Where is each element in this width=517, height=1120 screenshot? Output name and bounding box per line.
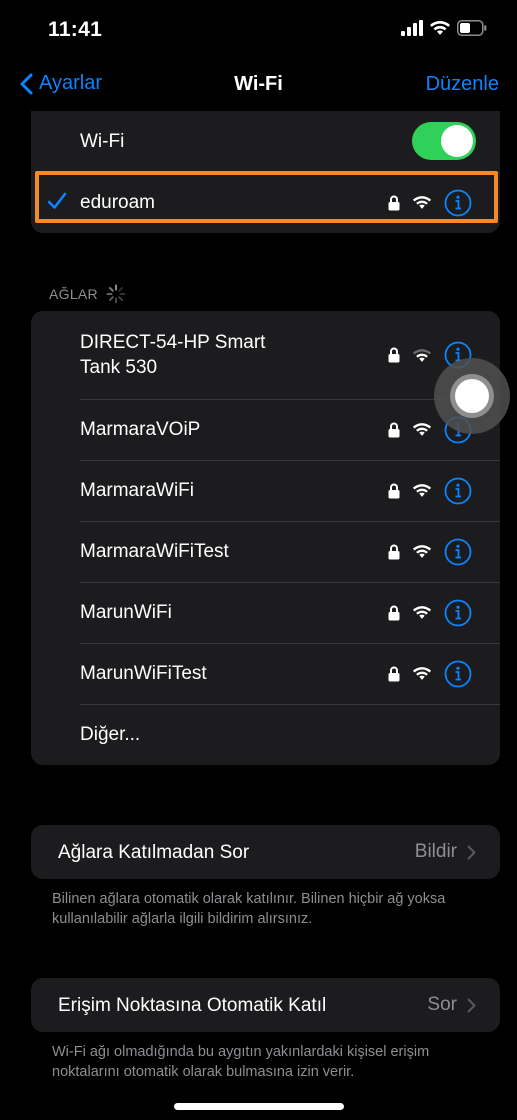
cellular-signal-icon: [401, 20, 423, 36]
network-name: MarmaraWiFi: [80, 480, 194, 501]
edit-button[interactable]: Düzenle: [426, 73, 499, 96]
wifi-signal-icon: [412, 606, 432, 619]
connected-network-icons: [388, 189, 472, 217]
lock-icon: [388, 422, 400, 437]
status-icons: [401, 20, 487, 36]
status-bar: 11:41: [0, 0, 517, 60]
wifi-toggle-label: Wi-Fi: [80, 131, 125, 152]
chevron-right-icon: [467, 998, 476, 1012]
wifi-signal-icon: [412, 196, 432, 209]
ask-join-row[interactable]: Ağlara Katılmadan Sor Bildir: [31, 825, 500, 879]
loading-spinner-icon: [106, 284, 126, 304]
checkmark-icon: [47, 192, 67, 209]
network-name: MarunWiFiTest: [80, 663, 207, 684]
battery-icon: [457, 20, 487, 36]
network-icons: [388, 599, 472, 627]
ask-join-group: Ağlara Katılmadan Sor Bildir: [31, 825, 500, 879]
network-name: DIRECT-54-HP Smart Tank 530: [80, 332, 266, 378]
list-item[interactable]: MarmaraWiFiTest: [31, 521, 500, 582]
lock-icon: [388, 605, 400, 620]
list-item[interactable]: MarunWiFi: [31, 582, 500, 643]
ask-join-value: Bildir: [415, 841, 476, 863]
ask-join-value-text: Bildir: [414, 841, 457, 862]
home-indicator[interactable]: [174, 1103, 344, 1110]
wifi-toggle-row: Wi-Fi: [31, 111, 500, 172]
auto-hotspot-footnote: Wi-Fi ağı olmadığında bu aygıtın yakınla…: [52, 1044, 430, 1080]
chevron-right-icon: [467, 845, 476, 859]
ask-join-label: Ağlara Katılmadan Sor: [58, 841, 250, 863]
auto-hotspot-value-text: Sor: [427, 994, 457, 1015]
lock-icon: [388, 195, 400, 210]
auto-hotspot-label: Erişim Noktasına Otomatik Katıl: [58, 994, 327, 1016]
auto-hotspot-row[interactable]: Erişim Noktasına Otomatik Katıl Sor: [31, 978, 500, 1032]
network-icons: [388, 660, 472, 688]
lock-icon: [388, 544, 400, 559]
other-network-label: Diğer...: [80, 724, 141, 745]
info-icon[interactable]: [444, 477, 472, 505]
list-item[interactable]: MarunWiFiTest: [31, 643, 500, 704]
other-network-row[interactable]: Diğer...: [31, 704, 500, 765]
wifi-toggle-switch[interactable]: [412, 122, 476, 160]
status-time: 11:41: [48, 18, 103, 41]
lock-icon: [388, 483, 400, 498]
info-icon[interactable]: [444, 538, 472, 566]
assistive-touch-button[interactable]: [434, 358, 510, 434]
networks-header: AĞLAR: [49, 284, 126, 304]
wifi-signal-icon: [412, 484, 432, 497]
list-item[interactable]: MarmaraVOiP: [31, 399, 500, 460]
wifi-status-icon: [430, 21, 450, 35]
networks-header-label: AĞLAR: [49, 286, 98, 302]
info-icon[interactable]: [444, 189, 472, 217]
wifi-group: Wi-Fi eduroam: [31, 111, 500, 233]
ask-join-footnote: Bilinen ağlara otomatik olarak katılınır…: [52, 891, 446, 927]
connected-network-row[interactable]: eduroam: [31, 172, 500, 233]
info-icon[interactable]: [444, 660, 472, 688]
wifi-signal-icon: [412, 348, 432, 362]
wifi-signal-icon: [412, 545, 432, 558]
network-icons: [388, 477, 472, 505]
auto-hotspot-value: Sor: [427, 994, 476, 1016]
auto-hotspot-group: Erişim Noktasına Otomatik Katıl Sor: [31, 978, 500, 1032]
networks-list: DIRECT-54-HP Smart Tank 530 MarmaraVOiP …: [31, 311, 500, 765]
lock-icon: [388, 666, 400, 681]
nav-bar: Ayarlar Wi-Fi Düzenle: [0, 62, 517, 110]
connected-network-name: eduroam: [80, 192, 155, 213]
lock-icon: [388, 347, 400, 363]
network-icons: [388, 538, 472, 566]
network-name: MarunWiFi: [80, 602, 172, 623]
list-item[interactable]: DIRECT-54-HP Smart Tank 530: [31, 311, 500, 399]
list-item[interactable]: MarmaraWiFi: [31, 460, 500, 521]
info-icon[interactable]: [444, 599, 472, 627]
network-name: MarmaraWiFiTest: [80, 541, 229, 562]
wifi-signal-icon: [412, 423, 432, 436]
wifi-signal-icon: [412, 667, 432, 680]
network-name: MarmaraVOiP: [80, 419, 201, 440]
